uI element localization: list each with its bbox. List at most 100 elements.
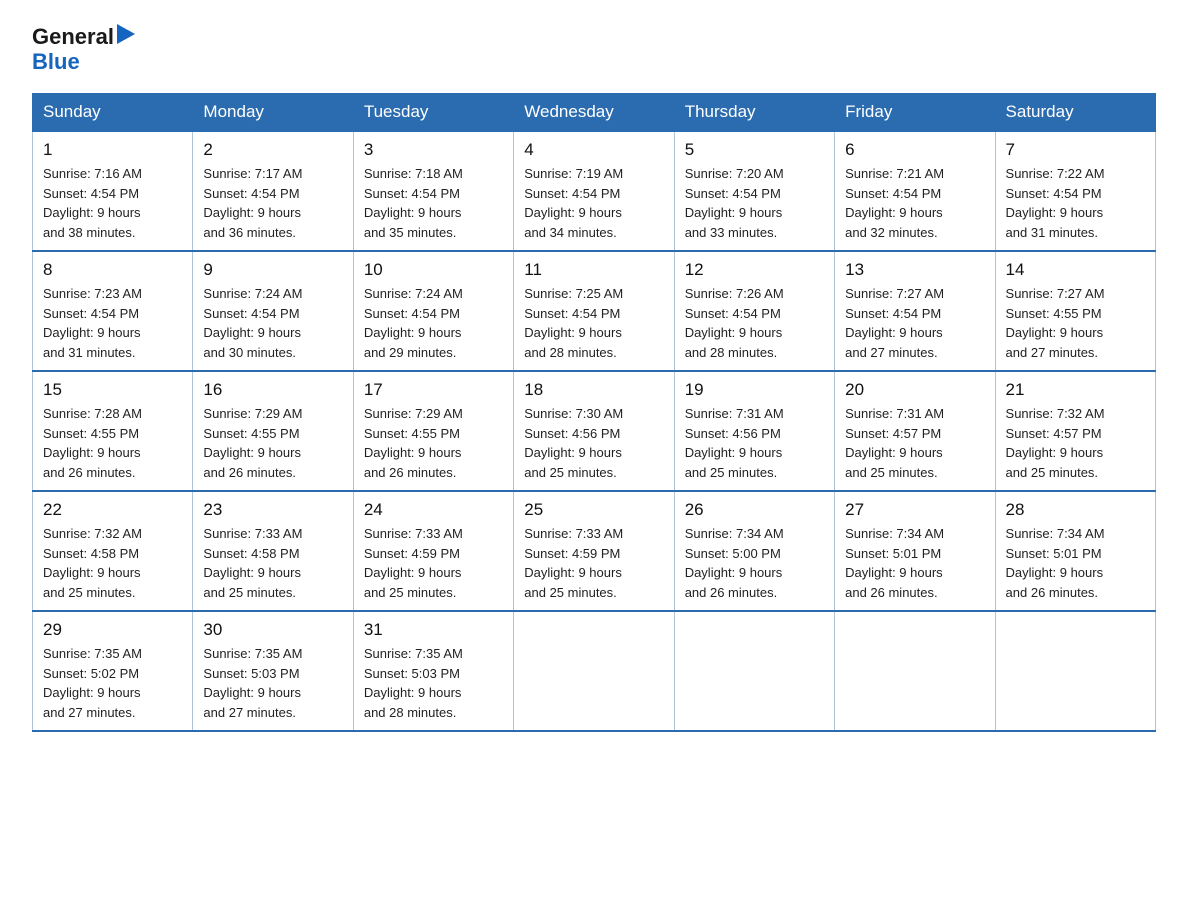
day-number: 15 bbox=[43, 380, 182, 400]
calendar-day-14: 14 Sunrise: 7:27 AMSunset: 4:55 PMDayligh… bbox=[995, 251, 1155, 371]
day-info: Sunrise: 7:31 AMSunset: 4:56 PMDaylight:… bbox=[685, 406, 784, 480]
day-info: Sunrise: 7:29 AMSunset: 4:55 PMDaylight:… bbox=[203, 406, 302, 480]
calendar-empty bbox=[995, 611, 1155, 731]
day-info: Sunrise: 7:33 AMSunset: 4:59 PMDaylight:… bbox=[364, 526, 463, 600]
calendar-day-19: 19 Sunrise: 7:31 AMSunset: 4:56 PMDayligh… bbox=[674, 371, 834, 491]
logo-arrow-icon bbox=[117, 24, 135, 49]
calendar-day-25: 25 Sunrise: 7:33 AMSunset: 4:59 PMDayligh… bbox=[514, 491, 674, 611]
calendar-day-18: 18Sunrise: 7:30 AMSunset: 4:56 PMDayligh… bbox=[514, 371, 674, 491]
weekday-header-wednesday: Wednesday bbox=[514, 94, 674, 132]
day-number: 3 bbox=[364, 140, 503, 160]
calendar-day-4: 4 Sunrise: 7:19 AMSunset: 4:54 PMDaylight… bbox=[514, 131, 674, 251]
page-header: General Blue bbox=[32, 24, 1156, 75]
day-info: Sunrise: 7:18 AMSunset: 4:54 PMDaylight:… bbox=[364, 166, 463, 240]
calendar-day-12: 12 Sunrise: 7:26 AMSunset: 4:54 PMDayligh… bbox=[674, 251, 834, 371]
weekday-header-friday: Friday bbox=[835, 94, 995, 132]
calendar-day-1: 1 Sunrise: 7:16 AMSunset: 4:54 PMDaylight… bbox=[33, 131, 193, 251]
calendar-day-20: 20 Sunrise: 7:31 AMSunset: 4:57 PMDayligh… bbox=[835, 371, 995, 491]
calendar-day-10: 10 Sunrise: 7:24 AMSunset: 4:54 PMDayligh… bbox=[353, 251, 513, 371]
calendar-day-23: 23Sunrise: 7:33 AMSunset: 4:58 PMDayligh… bbox=[193, 491, 353, 611]
weekday-header-tuesday: Tuesday bbox=[353, 94, 513, 132]
calendar-day-16: 16 Sunrise: 7:29 AMSunset: 4:55 PMDayligh… bbox=[193, 371, 353, 491]
day-number: 14 bbox=[1006, 260, 1145, 280]
day-number: 4 bbox=[524, 140, 663, 160]
day-info: Sunrise: 7:21 AMSunset: 4:54 PMDaylight:… bbox=[845, 166, 944, 240]
day-number: 16 bbox=[203, 380, 342, 400]
day-number: 25 bbox=[524, 500, 663, 520]
day-info: Sunrise: 7:28 AMSunset: 4:55 PMDaylight:… bbox=[43, 406, 142, 480]
day-info: Sunrise: 7:32 AMSunset: 4:57 PMDaylight:… bbox=[1006, 406, 1105, 480]
calendar-week-3: 15 Sunrise: 7:28 AMSunset: 4:55 PMDayligh… bbox=[33, 371, 1156, 491]
calendar-day-28: 28 Sunrise: 7:34 AMSunset: 5:01 PMDayligh… bbox=[995, 491, 1155, 611]
day-info: Sunrise: 7:19 AMSunset: 4:54 PMDaylight:… bbox=[524, 166, 623, 240]
day-number: 11 bbox=[524, 260, 663, 280]
day-info: Sunrise: 7:24 AMSunset: 4:54 PMDaylight:… bbox=[364, 286, 463, 360]
day-info: Sunrise: 7:34 AMSunset: 5:01 PMDaylight:… bbox=[1006, 526, 1105, 600]
day-number: 13 bbox=[845, 260, 984, 280]
calendar-day-9: 9Sunrise: 7:24 AMSunset: 4:54 PMDaylight… bbox=[193, 251, 353, 371]
logo-name-general: General bbox=[32, 25, 114, 49]
calendar-week-2: 8Sunrise: 7:23 AMSunset: 4:54 PMDaylight… bbox=[33, 251, 1156, 371]
day-info: Sunrise: 7:34 AMSunset: 5:00 PMDaylight:… bbox=[685, 526, 784, 600]
calendar-day-31: 31 Sunrise: 7:35 AMSunset: 5:03 PMDayligh… bbox=[353, 611, 513, 731]
day-number: 19 bbox=[685, 380, 824, 400]
day-number: 24 bbox=[364, 500, 503, 520]
logo-name-blue: Blue bbox=[32, 49, 80, 75]
calendar-empty bbox=[514, 611, 674, 731]
calendar-day-22: 22 Sunrise: 7:32 AMSunset: 4:58 PMDayligh… bbox=[33, 491, 193, 611]
calendar-header-row: SundayMondayTuesdayWednesdayThursdayFrid… bbox=[33, 94, 1156, 132]
day-number: 23 bbox=[203, 500, 342, 520]
day-info: Sunrise: 7:35 AMSunset: 5:03 PMDaylight:… bbox=[364, 646, 463, 720]
day-info: Sunrise: 7:29 AMSunset: 4:55 PMDaylight:… bbox=[364, 406, 463, 480]
day-number: 30 bbox=[203, 620, 342, 640]
calendar-day-3: 3 Sunrise: 7:18 AMSunset: 4:54 PMDaylight… bbox=[353, 131, 513, 251]
day-info: Sunrise: 7:17 AMSunset: 4:54 PMDaylight:… bbox=[203, 166, 302, 240]
day-number: 1 bbox=[43, 140, 182, 160]
day-info: Sunrise: 7:22 AMSunset: 4:54 PMDaylight:… bbox=[1006, 166, 1105, 240]
weekday-header-monday: Monday bbox=[193, 94, 353, 132]
day-number: 6 bbox=[845, 140, 984, 160]
calendar-day-15: 15 Sunrise: 7:28 AMSunset: 4:55 PMDayligh… bbox=[33, 371, 193, 491]
day-number: 10 bbox=[364, 260, 503, 280]
day-info: Sunrise: 7:33 AMSunset: 4:59 PMDaylight:… bbox=[524, 526, 623, 600]
day-info: Sunrise: 7:20 AMSunset: 4:54 PMDaylight:… bbox=[685, 166, 784, 240]
day-number: 2 bbox=[203, 140, 342, 160]
day-info: Sunrise: 7:32 AMSunset: 4:58 PMDaylight:… bbox=[43, 526, 142, 600]
day-info: Sunrise: 7:23 AMSunset: 4:54 PMDaylight:… bbox=[43, 286, 142, 360]
weekday-header-saturday: Saturday bbox=[995, 94, 1155, 132]
day-number: 31 bbox=[364, 620, 503, 640]
day-number: 20 bbox=[845, 380, 984, 400]
calendar-table: SundayMondayTuesdayWednesdayThursdayFrid… bbox=[32, 93, 1156, 732]
calendar-day-29: 29Sunrise: 7:35 AMSunset: 5:02 PMDayligh… bbox=[33, 611, 193, 731]
day-number: 12 bbox=[685, 260, 824, 280]
day-number: 17 bbox=[364, 380, 503, 400]
calendar-week-1: 1 Sunrise: 7:16 AMSunset: 4:54 PMDaylight… bbox=[33, 131, 1156, 251]
weekday-header-sunday: Sunday bbox=[33, 94, 193, 132]
day-number: 28 bbox=[1006, 500, 1145, 520]
day-number: 5 bbox=[685, 140, 824, 160]
calendar-day-2: 2 Sunrise: 7:17 AMSunset: 4:54 PMDaylight… bbox=[193, 131, 353, 251]
day-number: 26 bbox=[685, 500, 824, 520]
calendar-day-11: 11Sunrise: 7:25 AMSunset: 4:54 PMDayligh… bbox=[514, 251, 674, 371]
calendar-day-8: 8Sunrise: 7:23 AMSunset: 4:54 PMDaylight… bbox=[33, 251, 193, 371]
day-number: 29 bbox=[43, 620, 182, 640]
day-number: 27 bbox=[845, 500, 984, 520]
calendar-week-5: 29Sunrise: 7:35 AMSunset: 5:02 PMDayligh… bbox=[33, 611, 1156, 731]
calendar-day-13: 13Sunrise: 7:27 AMSunset: 4:54 PMDayligh… bbox=[835, 251, 995, 371]
calendar-day-21: 21 Sunrise: 7:32 AMSunset: 4:57 PMDayligh… bbox=[995, 371, 1155, 491]
day-info: Sunrise: 7:34 AMSunset: 5:01 PMDaylight:… bbox=[845, 526, 944, 600]
calendar-day-17: 17 Sunrise: 7:29 AMSunset: 4:55 PMDayligh… bbox=[353, 371, 513, 491]
day-info: Sunrise: 7:16 AMSunset: 4:54 PMDaylight:… bbox=[43, 166, 142, 240]
calendar-day-7: 7 Sunrise: 7:22 AMSunset: 4:54 PMDaylight… bbox=[995, 131, 1155, 251]
day-number: 22 bbox=[43, 500, 182, 520]
day-info: Sunrise: 7:31 AMSunset: 4:57 PMDaylight:… bbox=[845, 406, 944, 480]
day-number: 7 bbox=[1006, 140, 1145, 160]
day-info: Sunrise: 7:27 AMSunset: 4:55 PMDaylight:… bbox=[1006, 286, 1105, 360]
calendar-week-4: 22 Sunrise: 7:32 AMSunset: 4:58 PMDayligh… bbox=[33, 491, 1156, 611]
calendar-day-30: 30 Sunrise: 7:35 AMSunset: 5:03 PMDayligh… bbox=[193, 611, 353, 731]
day-number: 21 bbox=[1006, 380, 1145, 400]
calendar-day-5: 5 Sunrise: 7:20 AMSunset: 4:54 PMDaylight… bbox=[674, 131, 834, 251]
day-info: Sunrise: 7:26 AMSunset: 4:54 PMDaylight:… bbox=[685, 286, 784, 360]
day-info: Sunrise: 7:35 AMSunset: 5:03 PMDaylight:… bbox=[203, 646, 302, 720]
calendar-day-27: 27 Sunrise: 7:34 AMSunset: 5:01 PMDayligh… bbox=[835, 491, 995, 611]
